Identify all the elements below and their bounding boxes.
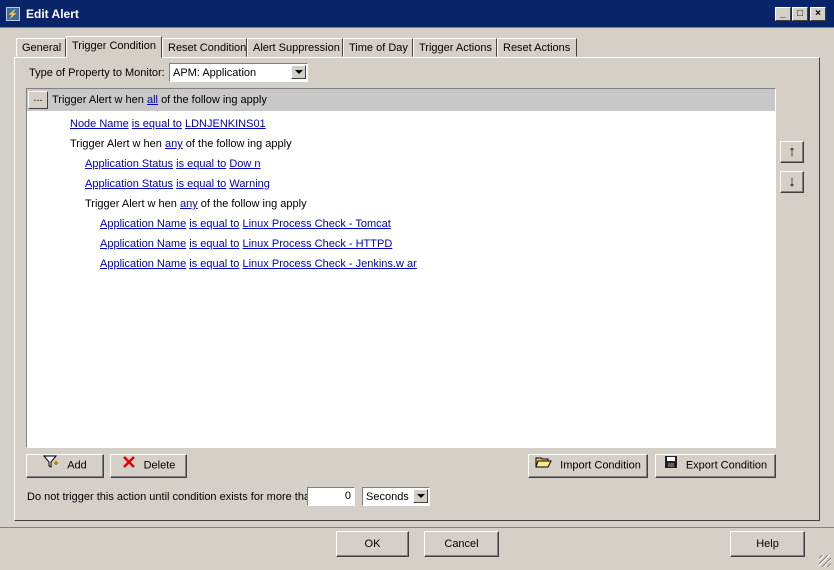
- chevron-down-icon[interactable]: [291, 65, 306, 79]
- export-condition-button[interactable]: Export Condition: [655, 454, 776, 478]
- value-link[interactable]: Linux Process Check - Jenkins.w ar: [243, 258, 417, 270]
- add-label: Add: [67, 459, 87, 472]
- move-up-button[interactable]: ↑: [780, 141, 804, 163]
- close-button[interactable]: ×: [810, 7, 826, 21]
- root-suffix: of the follow ing apply: [161, 94, 267, 106]
- group-mode-link[interactable]: any: [165, 138, 183, 150]
- field-link[interactable]: Application Status: [85, 178, 173, 190]
- tab-general[interactable]: General: [16, 38, 66, 57]
- property-select[interactable]: APM: Application: [169, 63, 308, 82]
- condition-node-name: Node Name is equal to LDNJENKINS01: [70, 116, 266, 132]
- field-link[interactable]: Node Name: [70, 118, 129, 130]
- import-label: Import Condition: [560, 459, 641, 472]
- condition-app-1: Application Name is equal to Linux Proce…: [100, 216, 391, 232]
- app-icon: ⚡: [6, 7, 20, 21]
- condition-tree[interactable]: ... Trigger Alert w hen all of the follo…: [26, 88, 776, 448]
- group-mode-link[interactable]: any: [180, 198, 198, 210]
- window-title: Edit Alert: [26, 7, 79, 21]
- title-bar[interactable]: ⚡ Edit Alert _ □ ×: [0, 0, 834, 28]
- group-prefix: Trigger Alert w hen: [70, 138, 162, 150]
- help-button[interactable]: Help: [730, 531, 805, 557]
- operator-link[interactable]: is equal to: [132, 118, 182, 130]
- operator-link[interactable]: is equal to: [189, 238, 239, 250]
- tab-trigger-actions[interactable]: Trigger Actions: [413, 38, 497, 57]
- condition-app-2: Application Name is equal to Linux Proce…: [100, 236, 392, 252]
- field-link[interactable]: Application Name: [100, 238, 186, 250]
- add-button[interactable]: Add: [26, 454, 104, 478]
- operator-link[interactable]: is equal to: [176, 158, 226, 170]
- import-condition-button[interactable]: Import Condition: [528, 454, 648, 478]
- value-link[interactable]: LDNJENKINS01: [185, 118, 266, 130]
- group-condition-1: Trigger Alert w hen any of the follow in…: [70, 136, 292, 152]
- maximize-button[interactable]: □: [792, 7, 808, 21]
- tab-alert-suppression[interactable]: Alert Suppression: [247, 38, 343, 57]
- filter-add-icon: [43, 455, 59, 477]
- delete-label: Delete: [143, 459, 176, 472]
- condition-status-2: Application Status is equal to Warning: [85, 176, 270, 192]
- floppy-disk-icon: [664, 455, 678, 477]
- folder-open-icon: [535, 455, 552, 477]
- export-label: Export Condition: [685, 459, 768, 472]
- tab-reset-condition[interactable]: Reset Condition: [162, 38, 247, 57]
- tab-reset-actions[interactable]: Reset Actions: [497, 38, 577, 57]
- delete-x-icon: [122, 455, 136, 477]
- field-link[interactable]: Application Status: [85, 158, 173, 170]
- delay-unit-select[interactable]: Seconds: [362, 487, 430, 506]
- tab-trigger-condition[interactable]: Trigger Condition: [66, 36, 162, 58]
- condition-status-1: Application Status is equal to Dow n: [85, 156, 261, 172]
- root-condition-row[interactable]: ... Trigger Alert w hen all of the follo…: [27, 89, 775, 111]
- delay-unit-value: Seconds: [366, 491, 409, 503]
- value-link[interactable]: Linux Process Check - HTTPD: [243, 238, 393, 250]
- delete-button[interactable]: Delete: [110, 454, 187, 478]
- chevron-down-icon[interactable]: [413, 489, 428, 503]
- group-suffix: of the follow ing apply: [185, 138, 292, 150]
- property-select-value: APM: Application: [173, 67, 257, 79]
- property-label: Type of Property to Monitor:: [29, 67, 165, 79]
- field-link[interactable]: Application Name: [100, 218, 186, 230]
- minimize-button[interactable]: _: [775, 7, 791, 21]
- condition-app-3: Application Name is equal to Linux Proce…: [100, 256, 417, 272]
- operator-link[interactable]: is equal to: [189, 218, 239, 230]
- group-suffix: of the follow ing apply: [200, 198, 307, 210]
- resize-grip-icon[interactable]: [819, 555, 831, 567]
- group-condition-2: Trigger Alert w hen any of the follow in…: [85, 196, 307, 212]
- root-mode-link[interactable]: all: [147, 94, 158, 106]
- delay-value-input[interactable]: 0: [307, 487, 355, 506]
- divider: [0, 527, 834, 528]
- condition-menu-button[interactable]: ...: [28, 91, 48, 109]
- field-link[interactable]: Application Name: [100, 258, 186, 270]
- group-prefix: Trigger Alert w hen: [85, 198, 177, 210]
- move-down-button[interactable]: ↓: [780, 171, 804, 193]
- delay-label: Do not trigger this action until conditi…: [27, 491, 317, 503]
- operator-link[interactable]: is equal to: [176, 178, 226, 190]
- value-link[interactable]: Linux Process Check - Tomcat: [243, 218, 391, 230]
- root-condition: Trigger Alert w hen all of the follow in…: [52, 92, 267, 108]
- root-prefix: Trigger Alert w hen: [52, 94, 144, 106]
- value-link[interactable]: Dow n: [229, 158, 260, 170]
- ok-button[interactable]: OK: [336, 531, 409, 557]
- cancel-button[interactable]: Cancel: [424, 531, 499, 557]
- tab-time-of-day[interactable]: Time of Day: [343, 38, 413, 57]
- value-link[interactable]: Warning: [229, 178, 270, 190]
- operator-link[interactable]: is equal to: [189, 258, 239, 270]
